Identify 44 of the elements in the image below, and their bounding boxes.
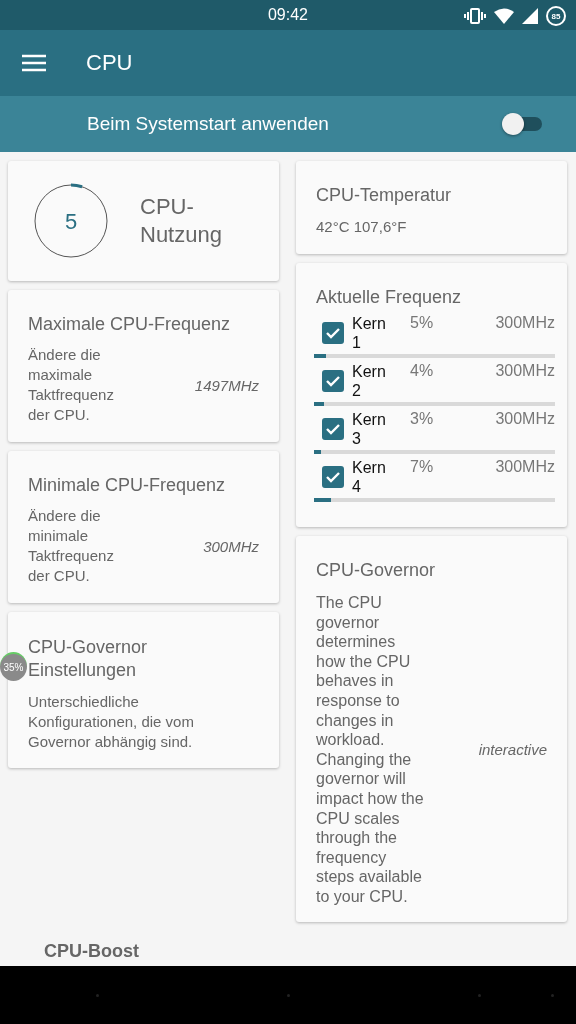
- card-title: CPU-Temperatur: [316, 184, 453, 206]
- battery-indicator: 85: [546, 6, 566, 26]
- core-load: 4%: [410, 362, 435, 380]
- core-name: Kern 4: [352, 458, 387, 496]
- governor-value: interactive: [478, 741, 547, 759]
- status-time: 09:42: [267, 6, 308, 24]
- core-load: 5%: [410, 314, 435, 332]
- checkbox[interactable]: [322, 370, 344, 392]
- core-load: 3%: [410, 410, 435, 428]
- checkbox[interactable]: [322, 466, 344, 488]
- governor-card[interactable]: [296, 536, 567, 922]
- card-title: Aktuelle Frequenz: [316, 286, 463, 309]
- wifi-icon: [494, 8, 514, 24]
- card-title: CPU-Governor Einstellungen: [28, 636, 149, 682]
- frequency-card[interactable]: Minimale CPU-Frequenz Ändere die minimale Taktfrequenz der CPU. 300MHz: [8, 451, 279, 603]
- menu-icon[interactable]: [22, 54, 46, 72]
- card-title: Minimale CPU-Frequenz: [28, 474, 227, 496]
- frequency-card[interactable]: Maximale CPU-Frequenz Ändere die maximale Taktfrequenz der CPU. 1497MHz: [8, 290, 279, 442]
- section-header: CPU-Boost: [43, 941, 140, 963]
- signal-icon: [522, 8, 538, 24]
- core-name: Kern 2: [352, 362, 387, 400]
- card-description: The CPU governor determines how the CPU behaves in response to changes in workload. Changing the governor will impact how the CPU scales through the frequency steps available to your CPU.: [316, 593, 425, 907]
- core-frequency: 300MHz: [495, 314, 555, 332]
- vibrate-icon: [464, 8, 486, 24]
- card-description: Ändere die maximale Taktfrequenz der CPU.: [28, 345, 115, 425]
- checkbox[interactable]: [322, 418, 344, 440]
- usage-ring: 5: [32, 182, 110, 260]
- checkbox[interactable]: [322, 322, 344, 344]
- card-description: Ändere die minimale Taktfrequenz der CPU.: [28, 506, 115, 586]
- app-title: CPU: [86, 50, 133, 76]
- card-title: Maximale CPU-Frequenz: [28, 313, 232, 335]
- core-name: Kern 1: [352, 314, 387, 352]
- card-title: CPU-Governor: [316, 559, 437, 581]
- boot-label: Beim Systemstart anwenden: [87, 113, 329, 135]
- usage-label: CPU-Nutzung: [140, 193, 223, 249]
- card-description: Unterschiedliche Konfigurationen, die vom Governor abhängig sind.: [28, 692, 195, 752]
- core-load: 7%: [410, 458, 435, 476]
- frequency-value: 1497MHz: [194, 376, 259, 394]
- core-frequency: 300MHz: [495, 410, 555, 428]
- core-frequency: 300MHz: [495, 362, 555, 380]
- core-frequency: 300MHz: [495, 458, 555, 476]
- core-name: Kern 3: [352, 410, 387, 448]
- frequency-value: 300MHz: [203, 537, 259, 555]
- temperature-value: 42°C 107,6°F: [316, 218, 408, 235]
